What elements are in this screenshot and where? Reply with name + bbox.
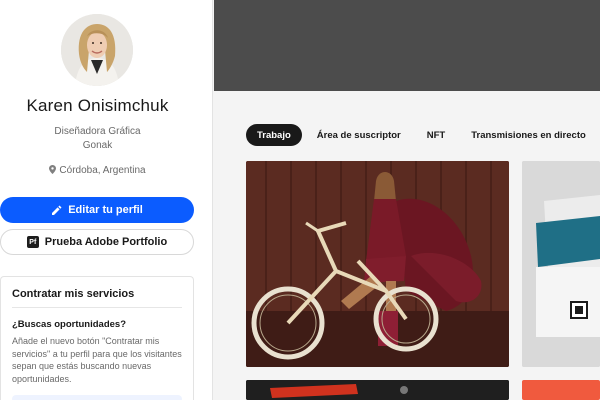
adobe-portfolio-label: Prueba Adobe Portfolio: [44, 236, 168, 248]
profile-banner[interactable]: [214, 0, 600, 91]
project-image-stationery: [522, 161, 600, 367]
project-image-dark: [246, 380, 509, 400]
edit-profile-button[interactable]: Editar tu perfil: [0, 197, 194, 223]
profile-tabs: Trabajo Área de suscriptor NFT Transmisi…: [246, 124, 597, 146]
occupation-company[interactable]: Gonak: [0, 139, 195, 153]
project-thumbnail[interactable]: [522, 161, 600, 367]
tab-transmisiones[interactable]: Transmisiones en directo: [460, 124, 597, 146]
adobe-portfolio-button[interactable]: Pf Prueba Adobe Portfolio: [0, 229, 194, 255]
tab-trabajo[interactable]: Trabajo: [246, 124, 302, 146]
hire-card-action[interactable]: [12, 395, 182, 400]
pencil-icon: [52, 205, 62, 215]
profile-location[interactable]: Córdoba, Argentina: [0, 165, 195, 176]
pin-icon: [49, 165, 57, 174]
project-image-bicycle: [246, 161, 509, 367]
hire-card-title: Contratar mis servicios: [12, 288, 135, 300]
project-thumbnail[interactable]: [522, 380, 600, 400]
project-thumbnail[interactable]: [246, 380, 509, 400]
hire-card-question: ¿Buscas oportunidades?: [12, 319, 127, 330]
profile-sidebar: Karen Onisimchuk Diseñadora Gráfica Gona…: [0, 0, 213, 400]
profile-occupation: Diseñadora Gráfica Gonak: [0, 125, 195, 153]
portfolio-logo-icon: Pf: [26, 236, 39, 248]
project-thumbnail[interactable]: [246, 161, 509, 367]
tab-nft[interactable]: NFT: [416, 124, 456, 146]
hire-card-description: Añade el nuevo botón "Contratar mis serv…: [12, 336, 182, 384]
hire-card-divider: [12, 307, 182, 308]
avatar-image: [61, 14, 133, 86]
occupation-title: Diseñadora Gráfica: [54, 126, 141, 137]
hire-me-card: Contratar mis servicios ¿Buscas oportuni…: [0, 276, 194, 400]
profile-name: Karen Onisimchuk: [26, 96, 169, 115]
edit-profile-label: Editar tu perfil: [68, 204, 143, 216]
avatar[interactable]: [61, 14, 133, 86]
tab-area-suscriptor[interactable]: Área de suscriptor: [306, 124, 412, 146]
location-text: Córdoba, Argentina: [59, 165, 146, 176]
